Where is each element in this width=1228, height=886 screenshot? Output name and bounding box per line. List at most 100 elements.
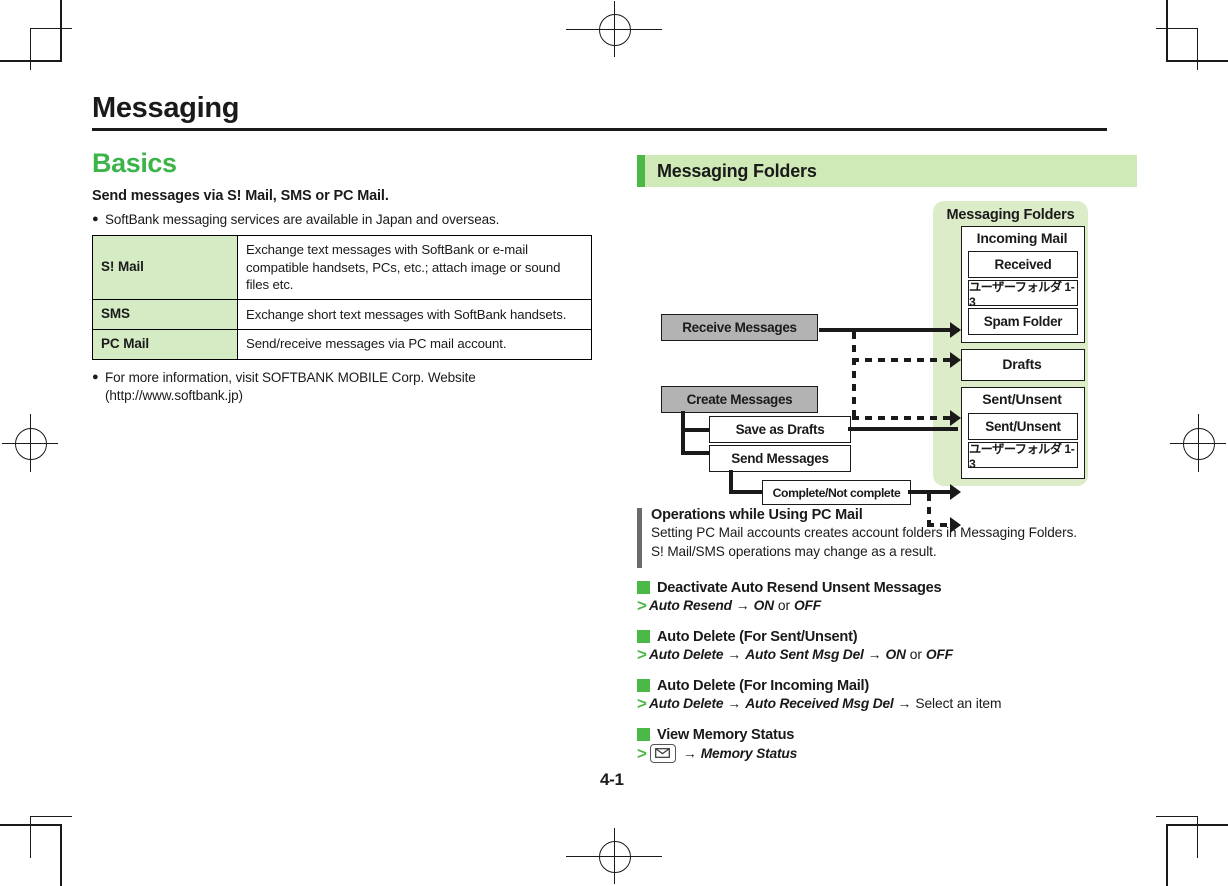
connector-drafts-to-folder bbox=[848, 427, 958, 431]
arrow-right-icon: → bbox=[867, 646, 882, 662]
note-title: Operations while Using PC Mail bbox=[651, 507, 863, 523]
chevron-right-icon: > bbox=[637, 693, 647, 713]
connector-dashed-trunk bbox=[852, 332, 856, 419]
group-drafts-title: Drafts bbox=[1002, 356, 1042, 372]
operation-heading: Auto Delete (For Sent/Unsent) bbox=[637, 629, 1137, 645]
node-send-messages: Send Messages bbox=[709, 445, 851, 472]
messaging-folders-diagram: Messaging Folders Receive Messages Creat… bbox=[637, 201, 1137, 533]
group-incoming-mail-title: Incoming Mail bbox=[976, 230, 1068, 246]
page-canvas: Messaging Basics Send messages via S! Ma… bbox=[0, 0, 1228, 886]
chevron-right-icon: > bbox=[637, 595, 647, 615]
operation-item: Auto Delete (For Incoming Mail) > Auto D… bbox=[637, 678, 1137, 712]
bullet-availability: ● SoftBank messaging services are availa… bbox=[92, 211, 592, 229]
path-step: Auto Received Msg Del bbox=[745, 695, 894, 711]
page-number: 4-1 bbox=[600, 770, 624, 789]
section-bar-messaging-folders: Messaging Folders bbox=[637, 155, 1137, 187]
arrow-right-icon: → bbox=[727, 646, 742, 662]
path-step: OFF bbox=[925, 646, 953, 662]
registration-mark-left bbox=[2, 414, 58, 472]
arrow-right-icon: → bbox=[682, 745, 697, 761]
connector-dashed-userfolder bbox=[852, 358, 956, 362]
note-line1: Setting PC Mail accounts creates account… bbox=[651, 525, 1077, 540]
arrowhead-sent-unsent bbox=[950, 484, 961, 500]
connector-dashed-spam bbox=[852, 416, 956, 420]
operation-title: Auto Delete (For Incoming Mail) bbox=[657, 677, 869, 694]
path-step: Select an item bbox=[915, 695, 1002, 711]
operation-heading: Deactivate Auto Resend Unsent Messages bbox=[637, 580, 1137, 596]
chapter-title: Messaging bbox=[92, 92, 240, 124]
path-step: Auto Delete bbox=[648, 646, 724, 662]
node-create-messages: Create Messages bbox=[661, 386, 818, 413]
operation-heading: View Memory Status bbox=[637, 727, 1137, 743]
group-sent-unsent-title: Sent/Unsent bbox=[982, 391, 1062, 407]
folder-sent-unsent: Sent/Unsent bbox=[968, 413, 1078, 440]
arrow-right-icon: → bbox=[735, 597, 750, 613]
table-row: S! Mail Exchange text messages with Soft… bbox=[92, 235, 592, 301]
folder-user-folder-sent: ユーザーフォルダ 1-3 bbox=[968, 442, 1078, 471]
table-cell-key: S! Mail bbox=[92, 235, 238, 301]
arrow-right-icon: → bbox=[727, 695, 742, 711]
arrowhead-spam-folder bbox=[950, 410, 961, 426]
table-cell-value: Send/receive messages via PC mail accoun… bbox=[237, 329, 592, 361]
operation-path: > Auto Delete → Auto Received Msg Del → … bbox=[637, 695, 1137, 712]
operation-item: Auto Delete (For Sent/Unsent) > Auto Del… bbox=[637, 629, 1137, 663]
bullet-dot-icon: ● bbox=[92, 213, 99, 225]
registration-mark-right bbox=[1170, 414, 1226, 472]
note-pc-mail: Operations while Using PC Mail Setting P… bbox=[637, 507, 1137, 568]
bullet-availability-text: SoftBank messaging services are availabl… bbox=[105, 212, 500, 227]
path-step: ON bbox=[753, 597, 774, 613]
path-step: Auto Sent Msg Del bbox=[745, 646, 864, 662]
registration-mark-bottom bbox=[566, 828, 662, 884]
folder-spam: Spam Folder bbox=[968, 308, 1078, 335]
node-complete-not-complete: Complete/Not complete bbox=[762, 480, 911, 505]
node-receive-messages: Receive Messages bbox=[661, 314, 818, 341]
connector-send-to-complete bbox=[729, 490, 765, 494]
connector-receive-solid bbox=[819, 328, 959, 332]
bullet-website: ● For more information, visit SOFTBANK M… bbox=[92, 369, 592, 405]
table-cell-key: PC Mail bbox=[92, 329, 238, 361]
left-column: Basics Send messages via S! Mail, SMS or… bbox=[92, 150, 592, 412]
table-row: PC Mail Send/receive messages via PC mai… bbox=[92, 329, 592, 361]
chapter-rule bbox=[92, 128, 1107, 131]
operations-list: Deactivate Auto Resend Unsent Messages >… bbox=[637, 580, 1137, 763]
path-step: OFF bbox=[794, 597, 821, 613]
arrowhead-received bbox=[950, 322, 961, 338]
chevron-right-icon: > bbox=[637, 644, 647, 664]
folder-received: Received bbox=[968, 251, 1078, 278]
operation-item: View Memory Status > → Memory Status bbox=[637, 727, 1137, 763]
green-square-icon bbox=[637, 679, 650, 692]
operation-title: View Memory Status bbox=[657, 726, 795, 743]
folder-user-folder-incoming: ユーザーフォルダ 1-3 bbox=[968, 280, 1078, 309]
bullet-website-line1: For more information, visit SOFTBANK MOB… bbox=[105, 370, 476, 386]
note-line2: S! Mail/SMS operations may change as a r… bbox=[651, 543, 937, 559]
right-column: Messaging Folders Messaging Folders Rece… bbox=[637, 155, 1137, 778]
arrowhead-user-folder-incoming bbox=[950, 352, 961, 368]
path-conjunction: or bbox=[909, 646, 922, 662]
operation-path: > Auto Delete → Auto Sent Msg Del → ON o… bbox=[637, 646, 1137, 663]
bullet-dot-icon: ● bbox=[92, 371, 99, 384]
basics-lead: Send messages via S! Mail, SMS or PC Mai… bbox=[92, 188, 389, 204]
green-square-icon bbox=[637, 630, 650, 643]
basics-heading: Basics bbox=[92, 148, 177, 178]
message-types-table: S! Mail Exchange text messages with Soft… bbox=[92, 235, 592, 361]
table-cell-key: SMS bbox=[92, 299, 238, 331]
arrow-right-icon: → bbox=[897, 695, 912, 711]
operation-title: Deactivate Auto Resend Unsent Messages bbox=[657, 579, 942, 596]
node-save-as-drafts: Save as Drafts bbox=[709, 416, 851, 443]
path-step: ON bbox=[885, 646, 906, 662]
path-conjunction: or bbox=[777, 597, 790, 613]
path-step: Auto Delete bbox=[648, 695, 724, 711]
diagram-panel-title: Messaging Folders bbox=[946, 207, 1075, 223]
registration-mark-top bbox=[566, 1, 662, 57]
section-bar-label: Messaging Folders bbox=[657, 160, 817, 181]
note-accent-bar bbox=[637, 508, 642, 568]
table-row: SMS Exchange short text messages with So… bbox=[92, 299, 592, 331]
table-cell-value: Exchange short text messages with SoftBa… bbox=[237, 299, 592, 331]
connector-complete-to-sent bbox=[908, 490, 956, 494]
operation-path: > Auto Resend → ON or OFF bbox=[637, 597, 1137, 614]
green-square-icon bbox=[637, 581, 650, 594]
operation-title: Auto Delete (For Sent/Unsent) bbox=[657, 628, 858, 645]
chevron-right-icon: > bbox=[637, 743, 647, 763]
bullet-website-line2: (http://www.softbank.jp) bbox=[105, 388, 243, 404]
green-square-icon bbox=[637, 728, 650, 741]
